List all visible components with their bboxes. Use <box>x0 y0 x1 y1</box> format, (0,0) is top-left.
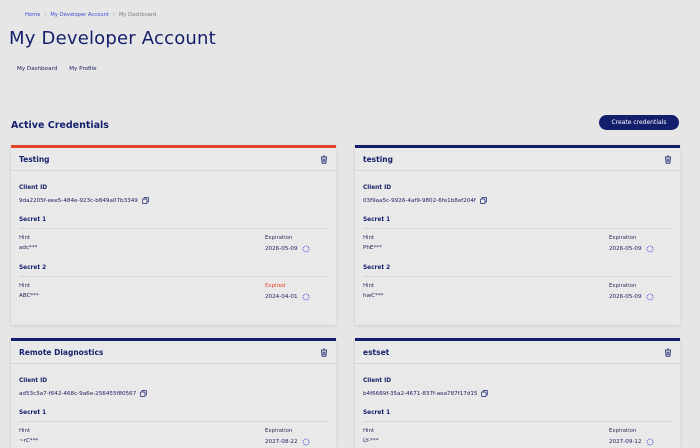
hint-label: Hint <box>363 235 375 241</box>
expiration-date: 2026-05-09 <box>609 246 642 252</box>
sub-navigation: My Dashboard My Profile <box>17 66 97 72</box>
breadcrumb-current: My Dashboard <box>118 12 157 18</box>
card-title: estset <box>363 347 390 357</box>
expiration-label: Expiration <box>609 283 637 289</box>
nav-my-profile[interactable]: My Profile <box>69 66 96 72</box>
expiration-date: 2027-09-12 <box>609 439 642 445</box>
hint-label: Hint <box>19 428 31 434</box>
credential-card: Testing Client ID 9da2205f-eee5-484e-923… <box>11 145 336 325</box>
card-header: Testing <box>11 148 336 171</box>
refresh-icon[interactable] <box>302 293 310 301</box>
secret-1-label: Secret 1 <box>363 217 672 229</box>
expiration-label: Expiration <box>265 428 293 434</box>
card-header: Remote Diagnostics <box>11 341 336 364</box>
refresh-icon[interactable] <box>646 293 654 301</box>
client-id-text: ad53c3a7-f642-468c-9a6e-256455f80567 <box>19 390 137 397</box>
client-id-label: Client ID <box>19 378 48 384</box>
copy-icon[interactable] <box>480 197 487 204</box>
expiration-label: Expiration <box>609 235 637 241</box>
expiration-date: 2026-05-09 <box>609 294 642 300</box>
expiration-label: Expiration <box>609 428 637 434</box>
secret-1-label: Secret 1 <box>19 217 328 229</box>
card-title: testing <box>363 154 393 164</box>
hint-label: Hint <box>363 428 375 434</box>
breadcrumb-separator: › <box>112 12 115 18</box>
secret-1-label: Secret 1 <box>363 410 672 422</box>
secret-1-label: Secret 1 <box>19 410 328 422</box>
breadcrumb-developer-account[interactable]: My Developer Account <box>50 12 108 18</box>
card-header: testing <box>355 148 680 171</box>
card-header: estset <box>355 341 680 364</box>
copy-icon[interactable] <box>140 390 148 397</box>
expiration-date: 2026-05-09 <box>265 246 298 252</box>
secret-hint: hwC*** <box>363 293 384 299</box>
trash-icon[interactable] <box>319 154 328 164</box>
trash-icon[interactable] <box>663 154 672 164</box>
expiration-date: 2024-04-01 <box>265 294 298 300</box>
client-id-value: ad53c3a7-f642-468c-9a6e-256455f80567 <box>19 390 328 397</box>
section-title: Active Credentials <box>11 120 109 131</box>
trash-icon[interactable] <box>319 347 328 357</box>
refresh-icon[interactable] <box>302 245 310 253</box>
expiration-date: 2027-08-22 <box>265 439 298 445</box>
page-title: My Developer Account <box>9 28 216 49</box>
client-id-value: 03f9aa5c-9926-4af9-9802-6fe1b8ef204f <box>363 197 672 204</box>
secret-hint: adc*** <box>19 245 38 251</box>
card-title: Testing <box>19 154 50 164</box>
copy-icon[interactable] <box>141 197 149 204</box>
copy-icon[interactable] <box>481 390 489 397</box>
credential-card: Remote Diagnostics Client ID ad53c3a7-f6… <box>11 338 336 448</box>
breadcrumb-home[interactable]: Home <box>25 12 40 18</box>
expired-label: Expired <box>265 283 286 289</box>
hint-label: Hint <box>363 283 375 289</box>
secret-hint: ABC*** <box>19 293 39 299</box>
credential-card: testing Client ID 03f9aa5c-9926-4af9-980… <box>355 145 680 325</box>
client-id-label: Client ID <box>363 378 392 384</box>
create-credentials-button[interactable]: Create credentials <box>599 115 679 130</box>
client-id-value: 9da2205f-eee5-484e-923c-b849a07b3349 <box>19 197 328 204</box>
trash-icon[interactable] <box>663 347 672 357</box>
client-id-value: b4f6669f-35a2-4671-837f-aea787f17d15 <box>363 390 672 397</box>
credential-card: estset Client ID b4f6669f-35a2-4671-837f… <box>355 338 680 448</box>
hint-label: Hint <box>19 283 31 289</box>
refresh-icon[interactable] <box>646 245 654 253</box>
secret-2-label: Secret 2 <box>19 265 328 277</box>
expiration-label: Expiration <box>265 235 293 241</box>
secret-hint: PhE*** <box>363 245 382 251</box>
hint-label: Hint <box>19 235 31 241</box>
client-id-text: b4f6669f-35a2-4671-837f-aea787f17d15 <box>363 390 478 397</box>
nav-my-dashboard[interactable]: My Dashboard <box>17 66 57 72</box>
client-id-label: Client ID <box>19 185 48 191</box>
client-id-label: Client ID <box>363 185 392 191</box>
client-id-text: 9da2205f-eee5-484e-923c-b849a07b3349 <box>19 197 138 204</box>
secret-2-label: Secret 2 <box>363 265 672 277</box>
breadcrumb: Home › My Developer Account › My Dashboa… <box>25 12 156 18</box>
card-title: Remote Diagnostics <box>19 347 104 357</box>
breadcrumb-separator: › <box>44 12 47 18</box>
client-id-text: 03f9aa5c-9926-4af9-9802-6fe1b8ef204f <box>363 197 476 204</box>
